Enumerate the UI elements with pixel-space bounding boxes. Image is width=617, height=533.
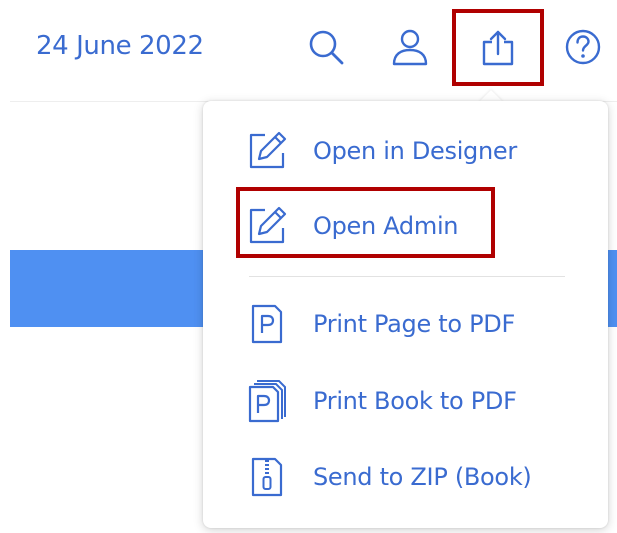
menu-item-print-book-to-pdf[interactable]: Print Book to PDF <box>203 371 608 431</box>
top-bar: 24 June 2022 <box>0 0 617 100</box>
edit-icon <box>245 204 289 248</box>
menu-item-send-to-zip[interactable]: Send to ZIP (Book) <box>203 447 608 507</box>
search-button[interactable] <box>301 22 351 72</box>
menu-item-label: Print Book to PDF <box>313 387 517 415</box>
edit-icon <box>245 129 289 173</box>
help-button[interactable] <box>558 22 608 72</box>
header-date: 24 June 2022 <box>36 31 204 61</box>
zip-file-icon <box>245 455 289 499</box>
menu-item-open-admin[interactable]: Open Admin <box>203 196 608 256</box>
menu-item-print-page-to-pdf[interactable]: Print Page to PDF <box>203 294 608 354</box>
pdf-book-icon <box>245 379 289 423</box>
export-menu: Open in Designer Open Admin Print Page t… <box>203 101 608 528</box>
search-icon <box>306 27 346 67</box>
menu-item-label: Open in Designer <box>313 137 517 165</box>
menu-item-label: Send to ZIP (Book) <box>313 463 532 491</box>
menu-item-label: Print Page to PDF <box>313 310 515 338</box>
help-icon <box>563 27 603 67</box>
export-icon <box>478 28 518 68</box>
menu-item-label: Open Admin <box>313 212 459 240</box>
menu-divider <box>249 276 565 277</box>
user-icon <box>390 27 430 67</box>
export-button[interactable] <box>452 9 544 86</box>
menu-item-open-in-designer[interactable]: Open in Designer <box>203 121 608 181</box>
app-screen: 24 June 2022 Open in Designer Open Admin… <box>0 0 617 533</box>
pdf-page-icon <box>245 302 289 346</box>
user-account-button[interactable] <box>385 22 435 72</box>
